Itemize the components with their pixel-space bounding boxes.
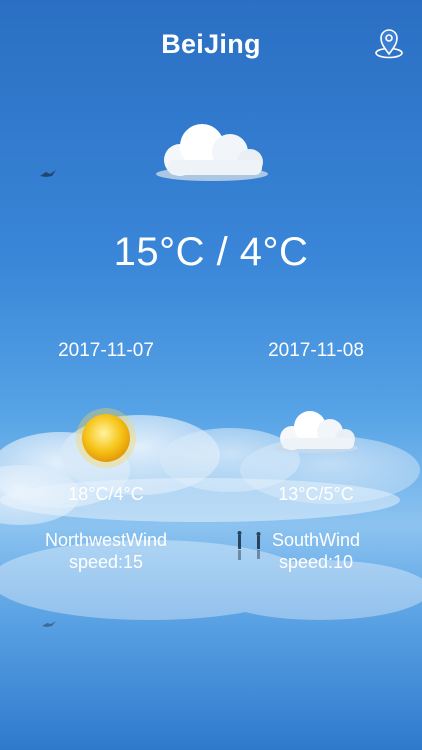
sun-icon [76,408,136,468]
forecast-date: 2017-11-08 [268,340,364,361]
forecast-wind-direction: NorthwestWind [44,530,168,550]
city-title: BeiJing [161,28,261,59]
map-pin-icon[interactable] [374,27,404,59]
app-header: BeiJing [0,24,422,64]
forecast-day-2: 2017-11-08 13°C/5°C SouthWind speed:10 [216,340,416,573]
cloud-icon [274,411,358,453]
bird-icon [40,170,56,177]
bird-reflection-icon [42,621,56,627]
forecast-wind-speed: speed:10 [278,552,354,572]
forecast-wind-speed: speed:15 [68,552,144,572]
forecast-day-1: 2017-11-07 18°C/4°C NorthwestWind speed:… [6,340,206,573]
forecast-temperature-range: 13°C/5°C [278,484,354,504]
forecast-date: 2017-11-07 [58,340,154,361]
forecast-wind-direction: SouthWind [271,530,361,550]
forecast-temperature-range: 18°C/4°C [68,484,144,504]
today-temperature: 15°C / 4°C [113,230,309,274]
cloud-icon [156,124,268,181]
